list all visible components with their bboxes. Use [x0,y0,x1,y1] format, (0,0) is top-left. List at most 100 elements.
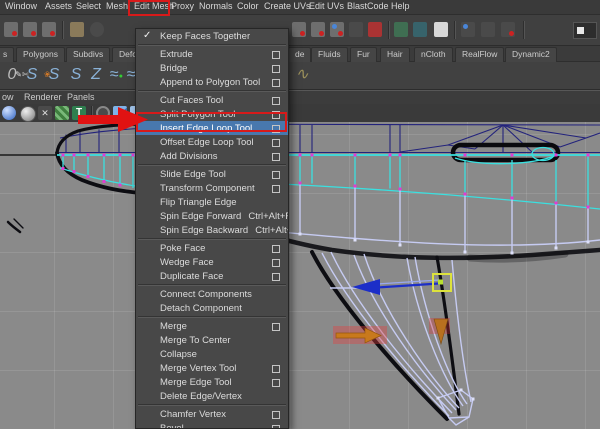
option-box-icon[interactable] [272,79,280,87]
highlight-box-icon[interactable] [70,22,84,37]
option-box-icon[interactable] [272,139,280,147]
shortcut-label: Ctrl+Alt+Left [255,224,288,236]
backface-culling-icon[interactable] [55,106,69,120]
option-box-icon[interactable] [272,323,280,331]
attach-curve-icon[interactable]: S ❀ [44,64,64,86]
render-current-frame-icon[interactable] [461,22,475,37]
edit-mesh-highlight-box [128,0,170,16]
menu-separator [138,164,286,166]
smooth-curve-icon[interactable]: ∿ [292,64,312,86]
snap-surface-icon[interactable] [349,22,363,37]
shelf-tab-fluids[interactable]: Fluids [311,47,348,62]
menubar-item-edit-uvs[interactable]: Edit UVs [309,1,344,11]
menu-item-merge-vertex-tool[interactable]: Merge Vertex Tool [136,361,288,375]
menu-item-merge[interactable]: Merge [136,319,288,333]
manipulator-blue-arrow[interactable] [352,279,380,295]
viewport[interactable] [0,122,600,429]
menu-item-cut-faces-tool[interactable]: Cut Faces Tool [136,93,288,107]
shelf-tab-ncloth[interactable]: nCloth [414,47,453,62]
mask-component-icon[interactable] [42,22,56,37]
menu-item-spin-edge-backward[interactable]: Spin Edge BackwardCtrl+Alt+Left [136,223,288,237]
option-box-icon[interactable] [272,65,280,73]
shelf-tab-dynamic2[interactable]: Dynamic2 [505,47,557,62]
option-box-icon[interactable] [272,273,280,281]
ipr-render-icon[interactable] [481,22,495,37]
shelf-tab-partial-right[interactable]: de [288,47,312,62]
material-display-icon[interactable] [20,106,36,122]
menu-item-connect-components[interactable]: Connect Components [136,287,288,301]
option-box-icon[interactable] [272,153,280,161]
menubar-item-color[interactable]: Color [237,1,259,11]
menu-item-merge-edge-tool[interactable]: Merge Edge Tool [136,375,288,389]
option-box-icon[interactable] [272,51,280,59]
mask-object-icon[interactable] [23,22,37,37]
shelf-tab-polygons[interactable]: Polygons [16,47,65,62]
pencil-curve-icon[interactable]: 0 ✎ [2,64,22,86]
snap-point-icon[interactable] [330,22,344,37]
menubar-item-help[interactable]: Help [391,1,410,11]
menu-item-delete-edge-vertex[interactable]: Delete Edge/Vertex [136,389,288,403]
menu-item-merge-to-center[interactable]: Merge To Center [136,333,288,347]
option-box-icon[interactable] [272,171,280,179]
mask-hierarchy-icon[interactable] [4,22,18,37]
detach-curve-icon[interactable]: S [66,64,86,86]
menubar-item-assets[interactable]: Assets [45,1,72,11]
snap-curve-icon[interactable] [311,22,325,37]
option-box-icon[interactable] [272,379,280,387]
menubar-item-blastcode[interactable]: BlastCode [347,1,389,11]
menu-item-offset-edge-loop-tool[interactable]: Offset Edge Loop Tool [136,135,288,149]
cut-curve-icon[interactable]: S ✄ [22,64,42,86]
menu-item-spin-edge-forward[interactable]: Spin Edge ForwardCtrl+Alt+Right [136,209,288,223]
statusline-divider [388,21,390,39]
menu-item-poke-face[interactable]: Poke Face [136,241,288,255]
menu-separator [138,316,286,318]
menubar-item-window[interactable]: Window [5,1,37,11]
option-box-icon[interactable] [272,365,280,373]
make-live-icon[interactable] [368,22,382,37]
panel-menu-panels[interactable]: Panels [67,92,95,102]
menubar-item-normals[interactable]: Normals [199,1,233,11]
panel-menu-renderer[interactable]: Renderer [24,92,62,102]
menu-item-bevel[interactable]: Bevel [136,421,288,428]
option-box-icon[interactable] [272,245,280,253]
quick-select-field[interactable] [573,22,597,39]
menu-item-add-divisions[interactable]: Add Divisions [136,149,288,163]
menu-item-extrude[interactable]: Extrude [136,47,288,61]
shelf-tab-partial[interactable]: s [0,47,15,62]
menu-item-slide-edge-tool[interactable]: Slide Edge Tool [136,167,288,181]
menubar-item-create-uvs[interactable]: Create UVs [264,1,311,11]
render-settings-icon[interactable] [501,22,515,37]
menubar-item-mesh[interactable]: Mesh [106,1,128,11]
xray-icon[interactable]: ✕ [38,106,52,120]
menu-item-bridge[interactable]: Bridge [136,61,288,75]
shelf-tab-hair[interactable]: Hair [380,47,410,62]
option-box-icon[interactable] [272,185,280,193]
shelf-tab-fur[interactable]: Fur [350,47,377,62]
menubar-item-select[interactable]: Select [76,1,101,11]
menu-item-wedge-face[interactable]: Wedge Face [136,255,288,269]
shelf-tab-subdivs[interactable]: Subdivs [66,47,111,62]
panel-menu-show[interactable]: ow [2,92,14,102]
menu-item-keep-faces-together[interactable]: ✓ Keep Faces Together [136,29,288,43]
shelf-tab-realflow[interactable]: RealFlow [455,47,505,62]
option-box-icon[interactable] [272,97,280,105]
menu-item-detach-component[interactable]: Detach Component [136,301,288,315]
lasso-circle-icon[interactable] [90,22,104,37]
menu-item-duplicate-face[interactable]: Duplicate Face [136,269,288,283]
menu-item-chamfer-vertex[interactable]: Chamfer Vertex [136,407,288,421]
menu-item-append-to-polygon-tool[interactable]: Append to Polygon Tool [136,75,288,89]
menu-item-transform-component[interactable]: Transform Component [136,181,288,195]
shaded-display-icon[interactable] [2,106,16,120]
snap-grid-icon[interactable] [292,22,306,37]
menu-item-flip-triangle-edge[interactable]: Flip Triangle Edge [136,195,288,209]
shortcut-label: Ctrl+Alt+Right [248,210,288,222]
menu-item-collapse[interactable]: Collapse [136,347,288,361]
option-box-icon[interactable] [272,411,280,419]
menubar-item-proxy[interactable]: Proxy [171,1,194,11]
insert-knot-icon[interactable]: Z [86,64,106,86]
option-box-icon[interactable] [272,425,280,428]
file-icon[interactable] [434,22,448,37]
option-box-icon[interactable] [272,259,280,267]
construction-history-icon[interactable] [394,22,408,37]
construction-history-off-icon[interactable] [413,22,427,37]
